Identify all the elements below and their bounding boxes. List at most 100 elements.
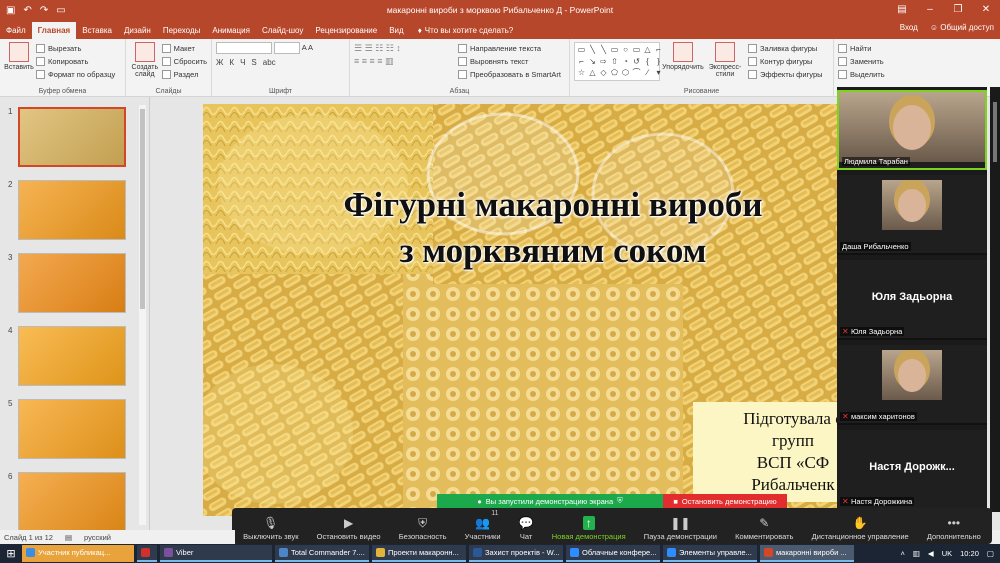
person-avatar: [898, 359, 926, 392]
thumbnail-preview[interactable]: [18, 180, 126, 240]
toolbar-video-camera-button[interactable]: ▶ Остановить видео: [317, 508, 381, 544]
tray-arrow-icon[interactable]: ˄: [900, 549, 904, 558]
current-slide[interactable]: Фігурні макаронні вироби з морквяним сок…: [203, 104, 853, 516]
format-painter-button[interactable]: Формат по образцу: [36, 68, 115, 81]
toolbar-shield-button[interactable]: ⛨ Безопасность: [399, 508, 447, 544]
present-icon[interactable]: ▭: [56, 5, 65, 16]
paragraph-buttons[interactable]: ☰ ☰ ☷ ☷ ↕ ≡ ≡ ≡ ≡ ▥: [354, 42, 450, 81]
shapes-gallery[interactable]: ▭ ╲ ╲ ▭ ○ ▭ △ ⌐ ⌐ ↘ ⇨ ⇧ ◔ ↺{} ☆ △ ◇ ⬠ ⬡ ⌒ ∕ ▾: [574, 42, 661, 81]
paste-button[interactable]: Вставить: [4, 42, 34, 81]
toolbar-pause-button[interactable]: ❚❚ Пауза демонстрации: [644, 508, 717, 544]
layout-button[interactable]: Макет: [161, 42, 207, 55]
tell-me[interactable]: ♦ Что вы хотите сделать?: [418, 22, 514, 39]
new-slide-button[interactable]: Создать слайд: [130, 42, 160, 81]
section-button[interactable]: Раздел: [161, 68, 207, 81]
participant-tile[interactable]: ✕ максим харитонов: [837, 345, 987, 425]
scrollbar-thumb[interactable]: [993, 102, 997, 162]
thumbnails-scrollbar[interactable]: [139, 105, 146, 525]
font-format-button-0[interactable]: Ж: [216, 58, 223, 67]
keyboard-language[interactable]: UK: [942, 549, 952, 558]
tab-5[interactable]: Анимация: [206, 22, 256, 39]
quick-styles-button[interactable]: Экспресс-стили: [706, 42, 744, 81]
ribbon-options-icon[interactable]: ▤: [888, 0, 916, 20]
taskbar-app[interactable]: [137, 545, 157, 562]
redo-icon[interactable]: ↷: [40, 5, 48, 16]
taskbar-app[interactable]: Проекти макаронн...: [372, 545, 466, 562]
font-format-button-4[interactable]: abc: [263, 58, 276, 67]
toolbar-annotate-button[interactable]: ✎ Комментировать: [735, 508, 793, 544]
tab-6[interactable]: Слайд-шоу: [256, 22, 309, 39]
share-button[interactable]: ☺ Общий доступ: [930, 23, 994, 32]
cut-button[interactable]: Вырезать: [36, 42, 115, 55]
arrange-button[interactable]: Упорядочить: [662, 42, 704, 81]
toolbar-microphone-button[interactable]: 🎙 Выключить звук: [243, 508, 298, 544]
thumbnail-preview[interactable]: [18, 399, 126, 459]
taskbar-app[interactable]: Total Commander 7....: [275, 545, 369, 562]
find-button[interactable]: Найти: [838, 42, 930, 55]
minimize-button[interactable]: –: [916, 0, 944, 20]
grow-font-icon[interactable]: A: [302, 43, 307, 52]
toolbar-participants-button[interactable]: 👥 11 Участники: [465, 508, 501, 544]
windows-taskbar: ⊞ Участник публикац... Viber Total Command…: [0, 544, 1000, 563]
shape-outline-button[interactable]: Контур фигуры: [748, 55, 823, 68]
participant-tile[interactable]: Настя Дорожк... ✕ Настя Дорожкина: [837, 430, 987, 510]
tab-4[interactable]: Переходы: [157, 22, 207, 39]
clock[interactable]: 10:20: [960, 549, 979, 558]
stop-share-button[interactable]: ■ Остановить демонстрацию: [663, 494, 787, 508]
thumbnail-preview[interactable]: [18, 472, 126, 532]
taskbar-app[interactable]: Захист проектів - W...: [469, 545, 563, 562]
signin-link[interactable]: Вход: [900, 23, 918, 32]
taskbar-app[interactable]: Элементы управле...: [663, 545, 757, 562]
font-format-button-1[interactable]: К: [229, 58, 234, 67]
shape-fill-button[interactable]: Заливка фигуры: [748, 42, 823, 55]
select-button[interactable]: Выделить: [838, 68, 930, 81]
toolbar-more-button[interactable]: ••• Дополнительно: [927, 508, 981, 544]
toolbar-chat-button[interactable]: 💬 Чат: [519, 508, 534, 544]
text-direction-button[interactable]: Направление текста: [458, 42, 561, 55]
align-text-button[interactable]: Выровнять текст: [458, 55, 561, 68]
toolbar-remote-control-button[interactable]: ✋ Дистанционное управление: [812, 508, 909, 544]
slide-title[interactable]: Фігурні макаронні вироби з морквяним сок…: [343, 182, 763, 273]
volume-icon[interactable]: ◀: [928, 549, 934, 558]
participant-tile[interactable]: Даша Рибальченко: [837, 175, 987, 255]
tab-3[interactable]: Дизайн: [118, 22, 157, 39]
toolbar-share-screen-button[interactable]: ↑ Новая демонстрация: [552, 508, 626, 544]
participant-tile[interactable]: Людмила Тарабан: [837, 90, 987, 170]
spellcheck-icon[interactable]: ▤: [65, 533, 72, 542]
tab-1[interactable]: Главная: [31, 22, 77, 39]
tab-0[interactable]: Файл: [0, 22, 32, 39]
font-size-input[interactable]: [274, 42, 301, 54]
font-format-button-2[interactable]: Ч: [240, 58, 245, 67]
slide-subtitle[interactable]: Підготувала с групп ВСП «СФ Рибальченк: [693, 402, 853, 502]
scrollbar-thumb[interactable]: [140, 109, 145, 309]
restore-button[interactable]: ❐: [944, 0, 972, 20]
participants-scrollbar[interactable]: [990, 87, 1000, 512]
taskbar-app[interactable]: Viber: [160, 545, 272, 562]
taskbar-app[interactable]: Облачные конфере...: [566, 545, 660, 562]
shape-effects-button[interactable]: Эффекты фигуры: [748, 68, 823, 81]
windows-start-icon[interactable]: ⊞: [0, 547, 22, 560]
tab-2[interactable]: Вставка: [76, 22, 118, 39]
thumbnail-preview[interactable]: [18, 253, 126, 313]
font-format-button-3[interactable]: S: [251, 58, 256, 67]
language-indicator[interactable]: русский: [84, 533, 111, 542]
participant-tile[interactable]: Юля Задьорна ✕ Юля Задьорна: [837, 260, 987, 340]
thumbnail-preview[interactable]: [18, 107, 126, 167]
paint-bucket-icon: [748, 44, 757, 53]
taskbar-app[interactable]: макаронні вироби ...: [760, 545, 854, 562]
reset-button[interactable]: Сбросить: [161, 55, 207, 68]
taskbar-app[interactable]: Участник публикац...: [22, 545, 134, 562]
copy-button[interactable]: Копировать: [36, 55, 115, 68]
notifications-icon[interactable]: ▢: [987, 549, 994, 558]
tab-8[interactable]: Вид: [383, 22, 409, 39]
close-button[interactable]: ✕: [972, 0, 1000, 20]
network-icon[interactable]: ▥: [913, 549, 920, 558]
undo-icon[interactable]: ↶: [23, 5, 31, 16]
thumbnail-preview[interactable]: [18, 326, 126, 386]
smartart-button[interactable]: Преобразовать в SmartArt: [458, 68, 561, 81]
replace-button[interactable]: Заменить: [838, 55, 930, 68]
shrink-font-icon[interactable]: A: [308, 43, 313, 52]
tab-7[interactable]: Рецензирование: [309, 22, 383, 39]
font-name-input[interactable]: [216, 42, 272, 54]
save-icon[interactable]: ▣: [6, 5, 15, 16]
